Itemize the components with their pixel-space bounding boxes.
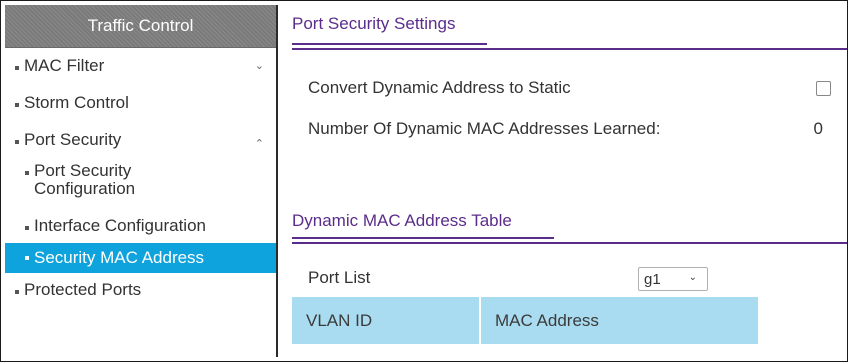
column-header-vlan-id[interactable]: VLAN ID: [292, 297, 481, 344]
section-title-underline: [292, 237, 554, 239]
convert-dynamic-row: Convert Dynamic Address to Static: [308, 78, 847, 98]
dynamic-mac-table-header: VLAN ID MAC Address: [292, 297, 758, 344]
sidebar-item-label: Protected Ports: [24, 280, 142, 299]
learned-count-label: Number Of Dynamic MAC Addresses Learned:: [308, 119, 661, 138]
sidebar-item-label: Security MAC Address: [34, 248, 205, 267]
port-list-row: Port List g1 ⌄: [308, 267, 847, 291]
column-header-mac-address[interactable]: MAC Address: [481, 297, 758, 344]
port-list-label: Port List: [308, 268, 371, 287]
bullet-icon: [25, 256, 29, 260]
learned-count-value: 0: [813, 119, 823, 138]
bullet-icon: [25, 226, 29, 230]
chevron-up-icon[interactable]: ⌃: [255, 137, 264, 150]
port-list-select[interactable]: g1 ⌄: [638, 267, 708, 291]
sidebar-item-security-mac-address[interactable]: Security MAC Address: [5, 243, 276, 273]
bullet-icon: [15, 66, 19, 70]
sidebar-item-mac-filter[interactable]: MAC Filter ⌄: [5, 57, 276, 75]
dynamic-mac-table-section: Dynamic MAC Address Table: [292, 201, 847, 244]
sidebar-item-label: Port Security Configuration: [34, 161, 136, 198]
chevron-down-icon[interactable]: ⌄: [255, 59, 264, 72]
learned-count-row: Number Of Dynamic MAC Addresses Learned:…: [308, 119, 847, 139]
sidebar-item-port-security-configuration[interactable]: Port Security Configuration: [5, 162, 276, 198]
port-list-value: g1: [644, 270, 661, 288]
section-divider: [292, 242, 847, 244]
sidebar-item-label: Port Security: [24, 130, 122, 149]
bullet-icon: [25, 171, 29, 175]
bullet-icon: [15, 103, 19, 107]
sidebar-item-label: Storm Control: [24, 93, 129, 112]
section-title: Dynamic MAC Address Table: [292, 211, 512, 230]
sidebar-header-title: Traffic Control: [87, 16, 194, 35]
app-frame: Traffic Control MAC Filter ⌄ Storm Contr…: [0, 0, 848, 362]
main-content: Port Security Settings Convert Dynamic A…: [292, 5, 847, 357]
convert-dynamic-label: Convert Dynamic Address to Static: [308, 78, 571, 97]
sidebar: Traffic Control MAC Filter ⌄ Storm Contr…: [5, 5, 278, 357]
chevron-down-icon: ⌄: [688, 272, 697, 283]
section-title-underline: [292, 43, 487, 45]
section-divider: [292, 48, 847, 50]
sidebar-item-port-security[interactable]: Port Security ⌃: [5, 130, 276, 150]
convert-dynamic-checkbox[interactable]: [816, 81, 831, 96]
sidebar-item-protected-ports[interactable]: Protected Ports: [5, 281, 276, 299]
port-security-settings-section: Port Security Settings: [292, 5, 847, 50]
column-header-label: VLAN ID: [306, 310, 373, 330]
sidebar-item-storm-control[interactable]: Storm Control: [5, 94, 276, 112]
bullet-icon: [15, 290, 19, 294]
section-title: Port Security Settings: [292, 14, 456, 33]
sidebar-item-label: Interface Configuration: [34, 216, 206, 235]
sidebar-header: Traffic Control: [5, 5, 276, 48]
sidebar-item-interface-configuration[interactable]: Interface Configuration: [5, 217, 276, 235]
bullet-icon: [15, 140, 19, 144]
column-header-label: MAC Address: [495, 310, 599, 330]
sidebar-item-label: MAC Filter: [24, 56, 105, 75]
